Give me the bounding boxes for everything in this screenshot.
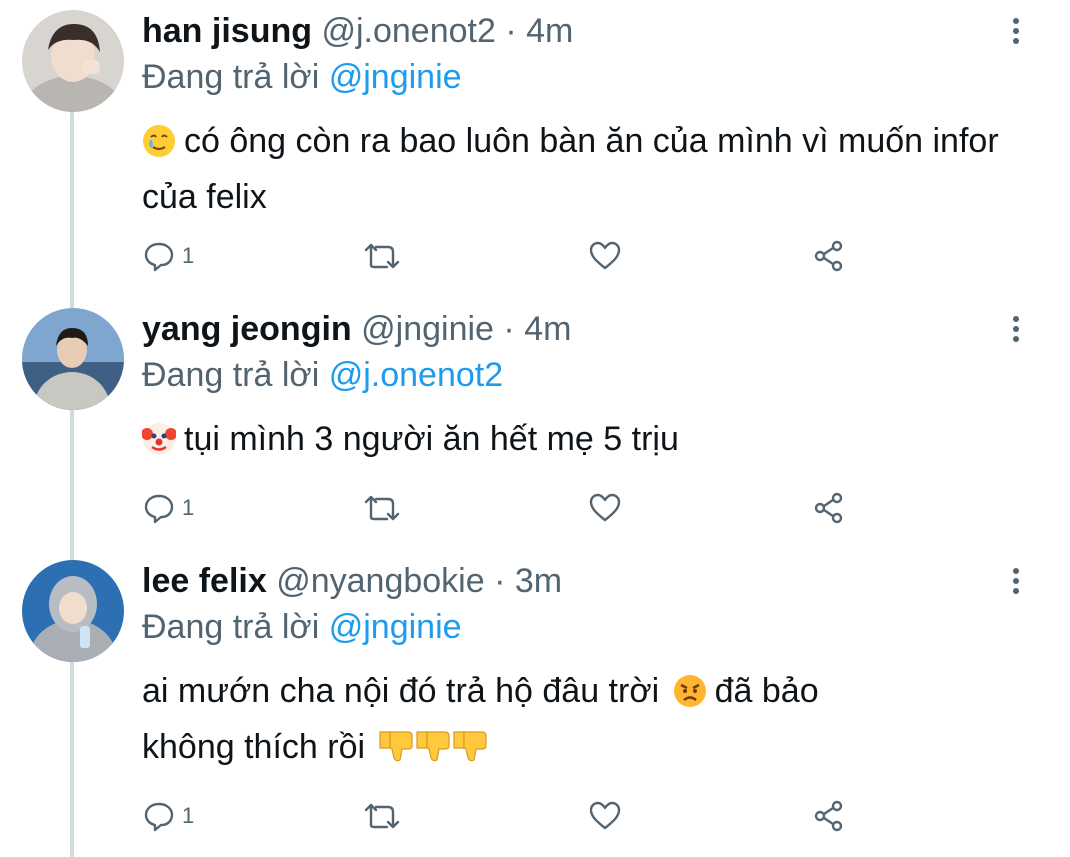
thread-line xyxy=(70,112,74,857)
reply-icon xyxy=(144,802,174,832)
tweet-text-part2: đã bảo xyxy=(714,672,819,710)
like-icon xyxy=(589,241,621,270)
tweet-actions: 1 xyxy=(142,236,862,276)
replying-to: Đang trả lời @jnginie xyxy=(142,54,462,100)
tweet-text: tụi mình 3 người ăn hết mẹ 5 trịu xyxy=(141,414,1002,470)
retweet-icon xyxy=(364,495,400,521)
reply-mention[interactable]: @jnginie xyxy=(329,608,462,646)
reply-mention[interactable]: @j.onenot2 xyxy=(329,356,503,394)
reply-count: 1 xyxy=(182,803,195,828)
tweet-text: ai mướn cha nội đó trả hộ đâu trời đã bả… xyxy=(142,666,1002,778)
tweet-header: lee felix @nyangbokie · 3m xyxy=(142,558,562,604)
like-button[interactable] xyxy=(588,796,622,836)
replying-to: Đang trả lời @j.onenot2 xyxy=(142,352,503,398)
reply-prefix: Đang trả lời xyxy=(142,608,320,646)
more-icon[interactable] xyxy=(1008,18,1024,48)
like-button[interactable] xyxy=(588,488,622,528)
crying-smile-emoji xyxy=(142,122,176,172)
reply-button[interactable]: 1 xyxy=(142,488,194,528)
tweet-header: han jisung @j.onenot2 · 4m xyxy=(142,8,573,54)
display-name[interactable]: yang jeongin xyxy=(142,310,352,348)
reply-mention[interactable]: @jnginie xyxy=(329,58,462,96)
separator-dot: · xyxy=(505,12,517,50)
tweet-actions: 1 xyxy=(142,796,862,836)
retweet-button[interactable] xyxy=(362,796,402,836)
tweet-actions: 1 xyxy=(142,488,862,528)
separator-dot: · xyxy=(503,310,515,348)
tweet-text-content: có ông còn ra bao luôn bàn ăn của mình v… xyxy=(142,122,999,216)
avatar[interactable] xyxy=(22,308,124,410)
avatar[interactable] xyxy=(22,10,124,112)
tweet-header: yang jeongin @jnginie · 4m xyxy=(142,306,571,352)
reply-count: 1 xyxy=(182,243,195,268)
retweet-icon xyxy=(364,243,400,269)
retweet-button[interactable] xyxy=(362,236,402,276)
share-button[interactable] xyxy=(812,488,846,528)
reply-prefix: Đang trả lời xyxy=(142,58,320,96)
avatar[interactable] xyxy=(22,560,124,662)
retweet-button[interactable] xyxy=(362,488,402,528)
user-handle[interactable]: @nyangbokie xyxy=(276,562,484,600)
more-icon[interactable] xyxy=(1008,568,1024,598)
angry-face-emoji xyxy=(673,672,707,722)
display-name[interactable]: lee felix xyxy=(142,562,267,600)
timestamp[interactable]: 4m xyxy=(526,12,573,50)
share-icon xyxy=(814,800,843,832)
reply-button[interactable]: 1 xyxy=(142,796,194,836)
share-icon xyxy=(814,492,843,524)
user-handle[interactable]: @j.onenot2 xyxy=(321,12,495,50)
tweet-text-part1: ai mướn cha nội đó trả hộ đâu trời xyxy=(142,672,660,710)
timestamp[interactable]: 3m xyxy=(515,562,562,600)
like-button[interactable] xyxy=(588,236,622,276)
share-button[interactable] xyxy=(812,796,846,836)
reply-icon xyxy=(144,494,174,524)
user-handle[interactable]: @jnginie xyxy=(361,310,494,348)
reply-icon xyxy=(144,242,174,272)
share-icon xyxy=(814,240,843,272)
like-icon xyxy=(589,493,621,522)
timestamp[interactable]: 4m xyxy=(524,310,571,348)
retweet-icon xyxy=(364,803,400,829)
tweet-text-content: tụi mình 3 người ăn hết mẹ 5 trịu xyxy=(184,420,679,458)
share-button[interactable] xyxy=(812,236,846,276)
like-icon xyxy=(589,801,621,830)
reply-count: 1 xyxy=(182,495,195,520)
clown-emoji xyxy=(141,420,177,470)
thumbs-down-emoji xyxy=(378,726,490,778)
more-icon[interactable] xyxy=(1008,316,1024,346)
reply-prefix: Đang trả lời xyxy=(142,356,320,394)
tweet-text-line2: không thích rồi xyxy=(142,728,366,766)
separator-dot: · xyxy=(494,562,506,600)
reply-button[interactable]: 1 xyxy=(142,236,194,276)
tweet-text: có ông còn ra bao luôn bàn ăn của mình v… xyxy=(142,116,1002,222)
replying-to: Đang trả lời @jnginie xyxy=(142,604,462,650)
display-name[interactable]: han jisung xyxy=(142,12,312,50)
